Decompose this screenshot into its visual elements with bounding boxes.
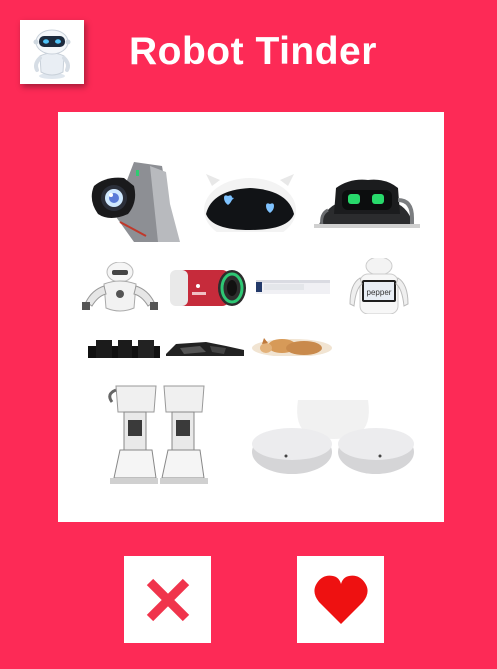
reject-button[interactable] <box>124 556 211 643</box>
robot-strip-image <box>256 280 330 294</box>
profile-card[interactable]: pepper <box>58 112 444 522</box>
heart-icon <box>313 575 368 624</box>
svg-text:pepper: pepper <box>367 288 392 297</box>
vector-green-eyes-image <box>314 179 420 228</box>
x-icon <box>146 578 189 621</box>
nao-robot-image <box>82 262 158 312</box>
cat-photo-image <box>252 338 332 356</box>
robot-avatar-icon <box>33 29 71 79</box>
vector-robot-image <box>91 162 180 242</box>
app-logo[interactable] <box>20 20 84 84</box>
pepper-robot-image: pepper <box>349 258 409 314</box>
like-button[interactable] <box>297 556 384 643</box>
red-cylinder-robot-image <box>170 270 246 306</box>
app-title: Robot Tinder <box>129 30 377 73</box>
eilik-robot-image <box>204 174 296 232</box>
round-robot-feet-image <box>252 400 414 474</box>
robot-treads-image <box>88 340 160 358</box>
robot-treads-2-image <box>166 342 244 356</box>
humanoid-legs-image <box>106 382 216 484</box>
